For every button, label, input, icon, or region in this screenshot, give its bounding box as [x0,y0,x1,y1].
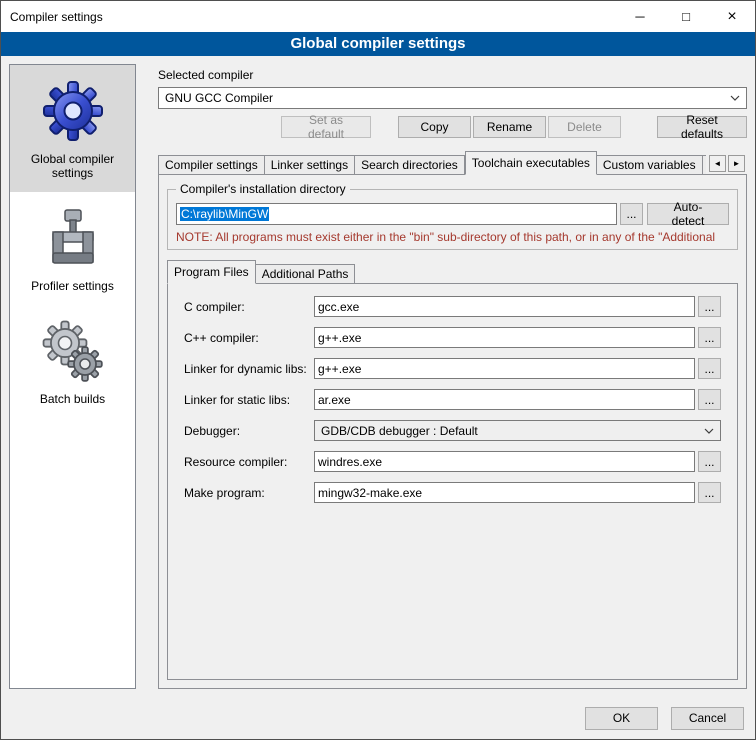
field-value: mingw32-make.exe [318,486,422,500]
field-value: g++.exe [318,331,361,345]
field-label: Linker for dynamic libs: [184,362,314,376]
compiler-select-value: GNU GCC Compiler [165,91,724,105]
tab-custom-variables[interactable]: Custom variables [597,155,703,175]
browse-make-program-button[interactable]: ... [698,482,721,503]
field-label: Resource compiler: [184,455,314,469]
set-as-default-button[interactable]: Set as default [281,116,371,138]
batch-builds-gears-icon [41,319,105,383]
debugger-select[interactable]: GDB/CDB debugger : Default [314,420,721,441]
chevron-down-icon [730,95,740,101]
ok-button[interactable]: OK [585,707,658,730]
rename-button[interactable]: Rename [473,116,546,138]
sidebar-item-label: Batch builds [40,392,105,406]
field-label: Debugger: [184,424,314,438]
field-value: ar.exe [318,393,351,407]
static-linker-input[interactable]: ar.exe [314,389,695,410]
tabs-scroll-area: Compiler settings Linker settings Search… [158,151,706,175]
tab-scroll-right-button[interactable]: ► [728,155,745,172]
field-label: C++ compiler: [184,331,314,345]
sidebar-item-label: Profiler settings [31,279,114,293]
minimize-button[interactable]: ─ [617,1,663,32]
sidebar-item-batch-builds[interactable]: Batch builds [10,305,135,418]
field-value: gcc.exe [318,300,359,314]
subtabs-scroll-area: Program Files Additional Paths [167,260,738,284]
selected-compiler-label: Selected compiler [158,68,747,82]
titlebar: Compiler settings ─ □ × [1,1,755,32]
programs-subtabstrip: Program Files Additional Paths [167,260,738,284]
dynamic-linker-row: Linker for dynamic libs: g++.exe ... [184,358,721,379]
installation-note-text: NOTE: All programs must exist either in … [176,230,729,244]
tab-scroll-buttons: ◄ ► [709,155,745,172]
sidebar-item-global-compiler-settings[interactable]: Global compiler settings [10,65,135,192]
browse-resource-compiler-button[interactable]: ... [698,451,721,472]
browse-cpp-compiler-button[interactable]: ... [698,327,721,348]
toolchain-executables-panel: Compiler's installation directory C:\ray… [158,174,747,689]
tab-compiler-settings[interactable]: Compiler settings [158,155,265,175]
browse-static-linker-button[interactable]: ... [698,389,721,410]
settings-category-list: Global compiler settings Profiler settin… [9,64,136,689]
dialog-footer: OK Cancel [1,697,755,739]
compiler-select[interactable]: GNU GCC Compiler [158,87,747,109]
field-label: Linker for static libs: [184,393,314,407]
debugger-row: Debugger: GDB/CDB debugger : Default [184,420,721,441]
c-compiler-row: C compiler: gcc.exe ... [184,296,721,317]
cancel-button[interactable]: Cancel [671,707,744,730]
c-compiler-input[interactable]: gcc.exe [314,296,695,317]
resource-compiler-row: Resource compiler: windres.exe ... [184,451,721,472]
copy-button[interactable]: Copy [398,116,471,138]
close-button[interactable]: × [709,1,755,32]
installation-directory-input[interactable]: C:\raylib\MinGW [176,203,617,225]
chevron-down-icon [704,428,714,434]
installation-directory-row: C:\raylib\MinGW ... Auto-detect [176,203,729,225]
tab-linker-settings[interactable]: Linker settings [265,155,355,175]
browse-dynamic-linker-button[interactable]: ... [698,358,721,379]
field-value: g++.exe [318,362,361,376]
dialog-content: Global compiler settings Profiler settin… [1,56,755,697]
static-linker-row: Linker for static libs: ar.exe ... [184,389,721,410]
browse-installation-directory-button[interactable]: ... [620,203,643,225]
compiler-settings-window: Compiler settings ─ □ × Global compiler … [0,0,756,740]
main-settings-area: Selected compiler GNU GCC Compiler Set a… [146,64,747,689]
tab-scroll-left-button[interactable]: ◄ [709,155,726,172]
sidebar-item-label: Global compiler settings [14,152,131,180]
settings-tabstrip: Compiler settings Linker settings Search… [158,151,747,175]
cpp-compiler-row: C++ compiler: g++.exe ... [184,327,721,348]
program-files-panel: C compiler: gcc.exe ... C++ compiler: g+… [167,283,738,680]
field-value: windres.exe [318,455,382,469]
auto-detect-button[interactable]: Auto-detect [647,203,729,225]
window-title: Compiler settings [1,10,103,24]
installation-directory-groupbox-label: Compiler's installation directory [176,182,350,196]
sidebar-item-profiler-settings[interactable]: Profiler settings [10,192,135,305]
subtab-additional-paths[interactable]: Additional Paths [256,264,356,284]
tab-build-options[interactable]: Buil [703,155,706,175]
compiler-buttons-row: Set as default Copy Rename Delete Reset … [158,116,747,138]
profiler-tool-icon [41,206,105,270]
dialog-header: Global compiler settings [1,32,755,56]
resource-compiler-input[interactable]: windres.exe [314,451,695,472]
installation-directory-groupbox: Compiler's installation directory C:\ray… [167,189,738,250]
cpp-compiler-input[interactable]: g++.exe [314,327,695,348]
browse-c-compiler-button[interactable]: ... [698,296,721,317]
make-program-input[interactable]: mingw32-make.exe [314,482,695,503]
delete-button[interactable]: Delete [548,116,621,138]
field-label: C compiler: [184,300,314,314]
dynamic-linker-input[interactable]: g++.exe [314,358,695,379]
tab-search-directories[interactable]: Search directories [355,155,465,175]
maximize-button[interactable]: □ [663,1,709,32]
reset-defaults-button[interactable]: Reset defaults [657,116,747,138]
subtab-program-files[interactable]: Program Files [167,260,256,284]
debugger-select-value: GDB/CDB debugger : Default [321,424,698,438]
global-compiler-gear-icon [41,79,105,143]
tab-toolchain-executables[interactable]: Toolchain executables [465,151,597,175]
caption-buttons: ─ □ × [617,1,755,32]
make-program-row: Make program: mingw32-make.exe ... [184,482,721,503]
field-label: Make program: [184,486,314,500]
selected-path-text: C:\raylib\MinGW [180,207,269,221]
